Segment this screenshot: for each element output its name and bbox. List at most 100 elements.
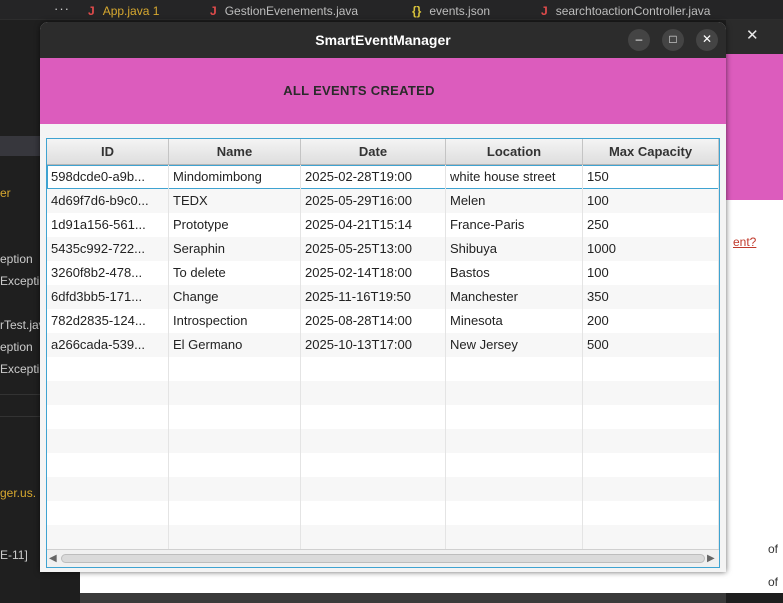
cell-date: 2025-11-16T19:50 <box>301 285 446 309</box>
table-row[interactable]: 1d91a156-561... Prototype 2025-04-21T15:14… <box>47 213 719 237</box>
cell-date: 2025-05-25T13:00 <box>301 237 446 261</box>
ide-tab-bar: ··· J App.java 1 J GestionEvenements.java … <box>0 0 783 20</box>
app-window: SmartEventManager – □ ✕ ALL EVENTS CREAT… <box>40 22 726 572</box>
cell-id: 6dfd3bb5-171... <box>47 285 169 309</box>
ide-tab-label: searchtoactionController.java <box>555 4 711 18</box>
ide-tab-app-java[interactable]: J App.java 1 <box>88 0 159 20</box>
cell-name: Prototype <box>169 213 301 237</box>
cell-id <box>47 525 169 549</box>
empty-table-row[interactable] <box>47 453 719 477</box>
close-icon[interactable]: ✕ <box>746 26 759 44</box>
horizontal-scrollbar[interactable]: ◀ ▶ <box>47 549 719 567</box>
minimize-button[interactable]: – <box>628 29 650 51</box>
cell-location: Bastos <box>446 261 583 285</box>
cell-id: 598dcde0-a9b... <box>47 165 169 189</box>
table-header: ID Name Date Location Max Capacity <box>47 139 719 165</box>
empty-table-row[interactable] <box>47 501 719 525</box>
explorer-item[interactable]: Excepti <box>0 274 40 288</box>
cell-max-capacity: 150 <box>583 165 719 189</box>
cell-max-capacity: 500 <box>583 333 719 357</box>
cell-location <box>446 429 583 453</box>
cell-max-capacity <box>583 405 719 429</box>
explorer-item[interactable]: Excepti <box>0 362 40 376</box>
cell-max-capacity <box>583 357 719 381</box>
close-button[interactable]: ✕ <box>696 29 718 51</box>
column-header-id[interactable]: ID <box>47 139 169 164</box>
background-text: of <box>768 575 779 589</box>
divider <box>0 394 40 395</box>
scroll-left-arrow-icon[interactable]: ◀ <box>49 553 59 564</box>
background-dialog-header <box>726 54 783 200</box>
scroll-right-arrow-icon[interactable]: ▶ <box>707 553 717 564</box>
table-row[interactable]: 598dcde0-a9b... Mindomimbong 2025-02-28T19… <box>47 165 719 189</box>
table-row[interactable]: 782d2835-124... Introspection 2025-08-28T1… <box>47 309 719 333</box>
table-row[interactable]: 6dfd3bb5-171... Change 2025-11-16T19:50 Man… <box>47 285 719 309</box>
explorer-item[interactable]: er <box>0 186 40 200</box>
cell-location: white house street <box>446 165 583 189</box>
background-dialog-link[interactable]: ent? <box>733 235 756 249</box>
cell-name <box>169 405 301 429</box>
cell-max-capacity: 100 <box>583 189 719 213</box>
window-titlebar[interactable]: SmartEventManager – □ ✕ <box>40 22 726 58</box>
cell-id <box>47 429 169 453</box>
cell-id: a266cada-539... <box>47 333 169 357</box>
empty-table-row[interactable] <box>47 357 719 381</box>
table-row[interactable]: 5435c992-722... Seraphin 2025-05-25T13:00 S… <box>47 237 719 261</box>
cell-date <box>301 477 446 501</box>
cell-name <box>169 381 301 405</box>
cell-name: Seraphin <box>169 237 301 261</box>
cell-max-capacity <box>583 381 719 405</box>
table-row[interactable]: 4d69f7d6-b9c0... TEDX 2025-05-29T16:00 Mele… <box>47 189 719 213</box>
cell-date <box>301 501 446 525</box>
json-file-icon: {} <box>412 4 422 18</box>
explorer-item[interactable]: ger.us. <box>0 486 40 500</box>
cell-id <box>47 477 169 501</box>
cell-location: Minesota <box>446 309 583 333</box>
cell-max-capacity <box>583 477 719 501</box>
cell-id: 3260f8b2-478... <box>47 261 169 285</box>
cell-location <box>446 477 583 501</box>
terminal-text: E-11] <box>0 548 28 562</box>
more-actions-icon[interactable]: ··· <box>54 0 70 18</box>
cell-location: France-Paris <box>446 213 583 237</box>
cell-id: 1d91a156-561... <box>47 213 169 237</box>
cell-id <box>47 501 169 525</box>
cell-name <box>169 525 301 549</box>
empty-table-row[interactable] <box>47 477 719 501</box>
explorer-selected-item[interactable] <box>0 136 40 156</box>
cell-max-capacity <box>583 525 719 549</box>
cell-max-capacity: 350 <box>583 285 719 309</box>
cell-date: 2025-04-21T15:14 <box>301 213 446 237</box>
scrollbar-thumb[interactable] <box>61 554 705 563</box>
cell-id: 782d2835-124... <box>47 309 169 333</box>
column-header-name[interactable]: Name <box>169 139 301 164</box>
cell-name: TEDX <box>169 189 301 213</box>
column-header-date[interactable]: Date <box>301 139 446 164</box>
column-header-max-capacity[interactable]: Max Capacity <box>583 139 719 164</box>
explorer-item[interactable]: rTest.jav <box>0 318 40 332</box>
empty-table-row[interactable] <box>47 429 719 453</box>
ide-tab-events-json[interactable]: {} events.json <box>412 0 490 20</box>
explorer-item[interactable]: eption <box>0 340 40 354</box>
java-file-icon: J <box>541 4 548 18</box>
maximize-button[interactable]: □ <box>662 29 684 51</box>
explorer-item[interactable]: eption <box>0 252 40 266</box>
ide-tab-gestion-evenements[interactable]: J GestionEvenements.java <box>210 0 358 20</box>
empty-table-row[interactable] <box>47 525 719 549</box>
table-row[interactable]: 3260f8b2-478... To delete 2025-02-14T18:00… <box>47 261 719 285</box>
cell-location <box>446 525 583 549</box>
cell-location <box>446 357 583 381</box>
ide-tab-search-controller[interactable]: JsearchtoactionController.java <box>541 0 710 20</box>
empty-table-row[interactable] <box>47 381 719 405</box>
table-row[interactable]: a266cada-539... El Germano 2025-10-13T17:0… <box>47 333 719 357</box>
cell-date: 2025-05-29T16:00 <box>301 189 446 213</box>
cell-max-capacity <box>583 429 719 453</box>
column-header-location[interactable]: Location <box>446 139 583 164</box>
window-title: SmartEventManager <box>315 32 451 48</box>
cell-date <box>301 453 446 477</box>
events-table[interactable]: ID Name Date Location Max Capacity 598dc… <box>46 138 720 568</box>
cell-id: 5435c992-722... <box>47 237 169 261</box>
cell-date <box>301 429 446 453</box>
cell-name: Introspection <box>169 309 301 333</box>
empty-table-row[interactable] <box>47 405 719 429</box>
